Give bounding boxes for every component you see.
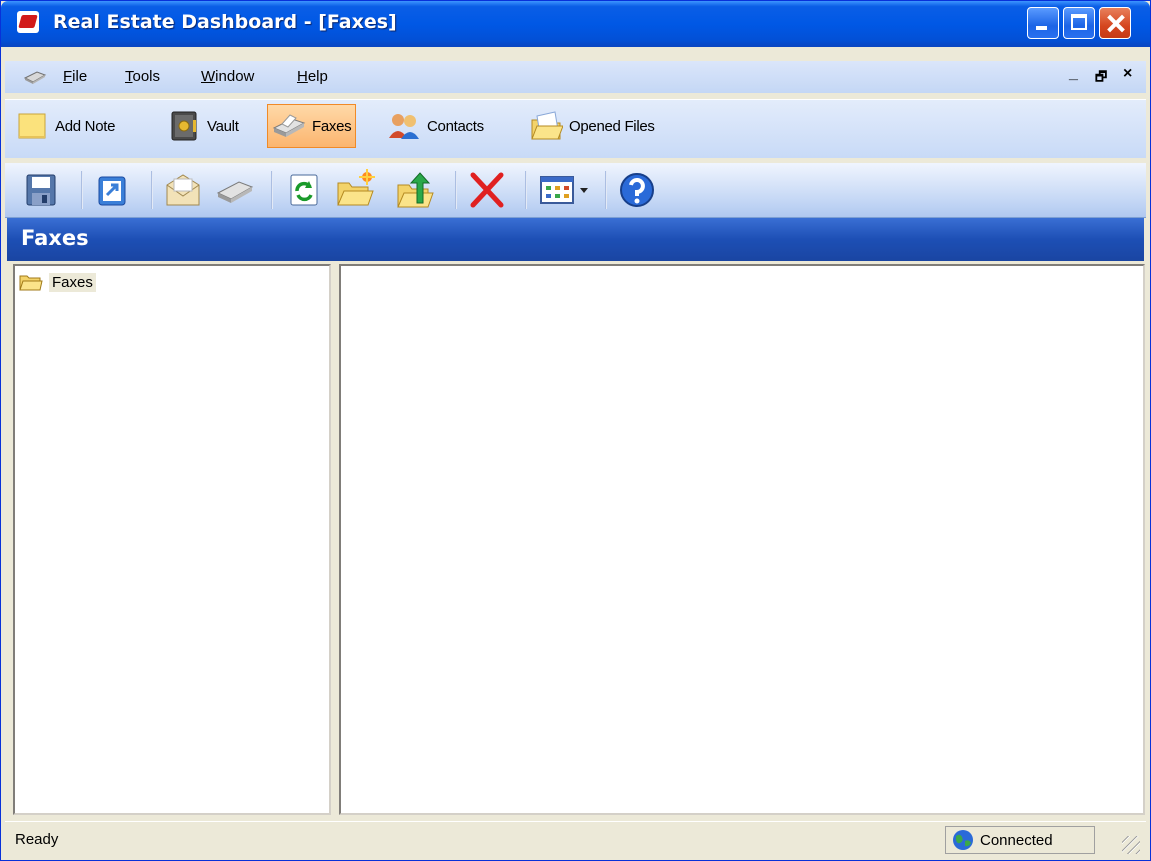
fax-icon[interactable] [215,169,255,211]
window-title: Real Estate Dashboard - [Faxes] [53,11,397,33]
help-icon[interactable] [617,169,657,211]
app-window: Real Estate Dashboard - [Faxes] File Too… [0,0,1151,861]
shortcut-vault[interactable]: Vault [167,104,239,148]
shortcut-add-note[interactable]: Add Note [15,104,115,148]
status-text: Ready [15,831,59,848]
app-logo-icon[interactable] [17,11,39,33]
up-folder-icon[interactable] [395,169,435,211]
contacts-icon [389,114,419,139]
toolbar-separator [605,171,607,209]
globe-icon [953,830,973,850]
fax-icon [272,114,306,137]
shortcut-label: Add Note [55,117,116,135]
status-bar: Ready Connected [5,821,1146,858]
shortcut-label: Opened Files [569,117,655,135]
save-icon[interactable] [21,169,61,211]
shortcut-faxes[interactable]: Faxes [267,104,357,148]
pane-splitter[interactable] [331,264,339,815]
vault-icon [171,111,197,141]
close-button[interactable] [1099,7,1131,39]
shortcut-opened-files[interactable]: Opened Files [529,104,655,148]
toolbar-separator [271,171,273,209]
toolbar-separator [455,171,457,209]
new-folder-icon[interactable] [335,169,375,211]
folder-icon [19,275,43,291]
folder-tree[interactable]: Faxes [13,264,331,815]
refresh-icon[interactable] [283,169,323,211]
resize-grip[interactable] [1122,836,1140,854]
shortcut-label: Faxes [312,117,352,135]
view-columns-icon[interactable] [537,169,593,211]
shortcut-label: Contacts [427,117,484,135]
note-icon [18,113,46,139]
fax-icon[interactable] [23,69,47,85]
mdi-close-button[interactable]: × [1123,65,1132,83]
delete-icon[interactable] [467,169,507,211]
mdi-restore-button[interactable]: 🗗 [1095,68,1107,90]
shortcut-bar: Add Note Vault Faxes Contacts Opened Fil… [5,99,1146,158]
tree-node-label: Faxes [49,272,96,292]
mdi-minimize-button[interactable]: _ [1069,65,1078,83]
shortcut-label: Vault [207,117,239,135]
menu-file[interactable]: File [63,68,87,85]
fax-list[interactable] [339,264,1145,815]
toolbar-separator [151,171,153,209]
tree-node-faxes[interactable]: Faxes [19,272,96,292]
connection-status: Connected [945,826,1095,854]
email-icon[interactable] [163,169,203,211]
toolbar [5,163,1146,218]
title-bar[interactable]: Real Estate Dashboard - [Faxes] [1,1,1150,47]
maximize-button[interactable] [1063,7,1095,39]
connection-status-label: Connected [980,831,1053,849]
shortcut-contacts[interactable]: Contacts [387,104,484,148]
panel-title: Faxes [21,226,89,250]
opened-files-icon [531,111,563,140]
toolbar-separator [525,171,527,209]
menu-window[interactable]: Window [201,68,254,85]
toolbar-separator [81,171,83,209]
menu-tools[interactable]: Tools [125,68,160,85]
minimize-button[interactable] [1027,7,1059,39]
panel-header: Faxes [7,218,1144,261]
menu-help[interactable]: Help [297,68,328,85]
export-icon[interactable] [93,169,133,211]
menu-bar: File Tools Window Help _ 🗗 × [5,61,1146,93]
